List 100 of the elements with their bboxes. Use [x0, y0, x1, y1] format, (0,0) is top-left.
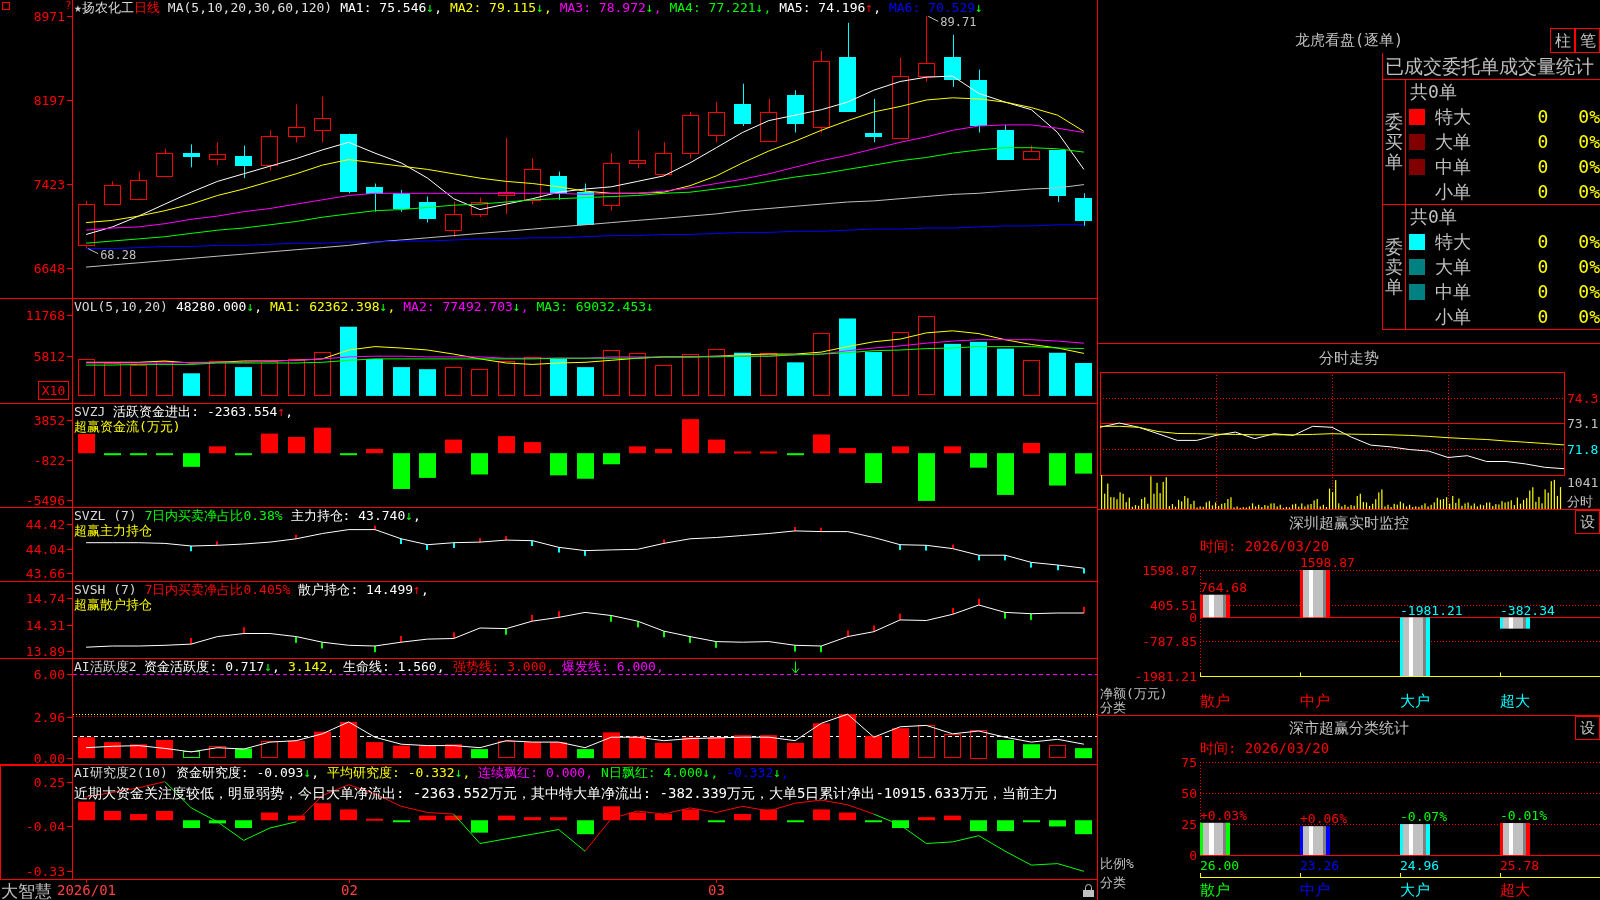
fund-flow-bar	[471, 453, 488, 475]
fund-flow-bar	[734, 451, 751, 454]
change-tick	[1004, 555, 1006, 561]
activity-bar	[655, 742, 672, 759]
fund-flow-bar	[708, 439, 725, 454]
candle	[314, 96, 331, 143]
chart-date: 时间: 2026/03/20	[1200, 538, 1330, 554]
axis-label: 8971	[33, 9, 65, 24]
candle	[1023, 145, 1040, 160]
research-bar	[261, 812, 278, 821]
candle	[445, 201, 462, 238]
research-bar	[340, 809, 357, 821]
price-annotation: 89.71	[927, 15, 977, 30]
activity-bar	[1023, 744, 1040, 759]
fund-flow-bar	[577, 453, 594, 479]
panel-title: 分时走势	[1319, 348, 1379, 368]
research-bar	[471, 820, 488, 833]
fund-flow-bar	[970, 453, 987, 468]
change-tick	[295, 534, 297, 539]
order-share: 0%	[1578, 156, 1600, 177]
research-bar	[183, 820, 200, 828]
change-tick	[321, 642, 323, 649]
volume-bar	[288, 359, 305, 396]
change-tick	[873, 625, 875, 632]
change-tick	[1057, 564, 1059, 571]
chart-date: 时间: 2026/03/20	[1200, 740, 1330, 756]
activity-bar	[1075, 748, 1092, 759]
category-label: 散户	[1200, 881, 1230, 899]
indicator-value: MA3: 69032.453	[536, 299, 647, 314]
research-bar	[445, 815, 462, 821]
fund-flow-bar	[288, 437, 305, 454]
research-bar	[235, 820, 252, 828]
volume-bar	[340, 326, 357, 396]
change-tick	[531, 614, 533, 622]
order-size-label: 小单	[1434, 304, 1471, 329]
change-label: +0.06%	[1300, 811, 1347, 827]
change-tick	[715, 641, 717, 648]
axis-label: 14.74	[25, 591, 65, 606]
volume-max-label: 1041	[1567, 475, 1599, 490]
activity-bar	[156, 740, 173, 759]
activity-bar	[760, 735, 777, 759]
candle	[366, 183, 383, 213]
activity-bar	[734, 735, 751, 759]
fund-flow-bar	[813, 434, 830, 454]
candle	[130, 171, 147, 200]
order-count: 0	[1537, 281, 1549, 302]
category-label: 中户	[1300, 692, 1330, 710]
candle	[1075, 192, 1092, 227]
candle	[918, 15, 935, 82]
fund-flow-bar	[261, 433, 278, 454]
axis-title: 比例%	[1100, 856, 1134, 871]
volume-bar	[1023, 360, 1040, 396]
indicator-subtitle: 超赢散户持仓	[74, 597, 152, 612]
research-bar	[734, 814, 751, 821]
fund-flow-bar	[235, 453, 252, 456]
activity-bar	[944, 734, 961, 758]
axis-label: -0.33	[25, 864, 65, 879]
research-bar	[1049, 820, 1066, 827]
volume-bar	[629, 353, 646, 396]
change-label: -0.07%	[1400, 809, 1447, 825]
change-tick	[374, 645, 376, 653]
fund-flow-bar	[419, 453, 436, 478]
view-mode-button[interactable]: 柱	[1550, 28, 1575, 53]
indicator-value: 3.142	[287, 659, 328, 674]
activity-bar	[787, 742, 804, 759]
fund-flow-bar	[550, 453, 567, 476]
axis-label: -5496	[25, 493, 65, 508]
volume-bar	[419, 369, 436, 396]
research-bar	[892, 820, 909, 828]
change-tick	[295, 636, 297, 643]
activity-bar	[1049, 745, 1066, 758]
fund-flow-bar	[997, 453, 1014, 495]
change-tick	[820, 527, 822, 532]
settings-button[interactable]: 设	[1575, 510, 1600, 534]
share-bar	[1300, 826, 1330, 855]
view-mode-button[interactable]: 笔	[1575, 28, 1600, 53]
volume-bar	[760, 353, 777, 396]
axis-label: 8197	[33, 93, 65, 108]
square-icon	[2, 2, 10, 10]
fund-flow-bar	[1075, 453, 1092, 474]
order-count: 0	[1537, 181, 1549, 202]
fund-flow-bar	[655, 448, 672, 454]
order-share: 0%	[1578, 181, 1600, 202]
settings-button[interactable]: 设	[1575, 716, 1600, 740]
change-tick	[558, 611, 560, 618]
fund-flow-bar	[603, 453, 620, 465]
indicator-parameters: MA(5,10,20,30,60,120)	[167, 0, 333, 15]
volume-bar	[970, 341, 987, 396]
axis-label: 405.51	[1150, 598, 1197, 613]
candle	[970, 69, 987, 133]
axis-label: -0.04	[25, 819, 65, 834]
candle	[760, 98, 777, 142]
change-tick	[453, 542, 455, 548]
fund-flow-bar	[156, 453, 173, 456]
axis-label: 25	[1181, 817, 1197, 832]
change-tick	[243, 627, 245, 634]
volume-bar	[550, 358, 567, 396]
fund-flow-bar	[682, 419, 699, 454]
change-tick	[479, 538, 481, 543]
indicator-value: MA3: 78.972	[559, 0, 646, 15]
